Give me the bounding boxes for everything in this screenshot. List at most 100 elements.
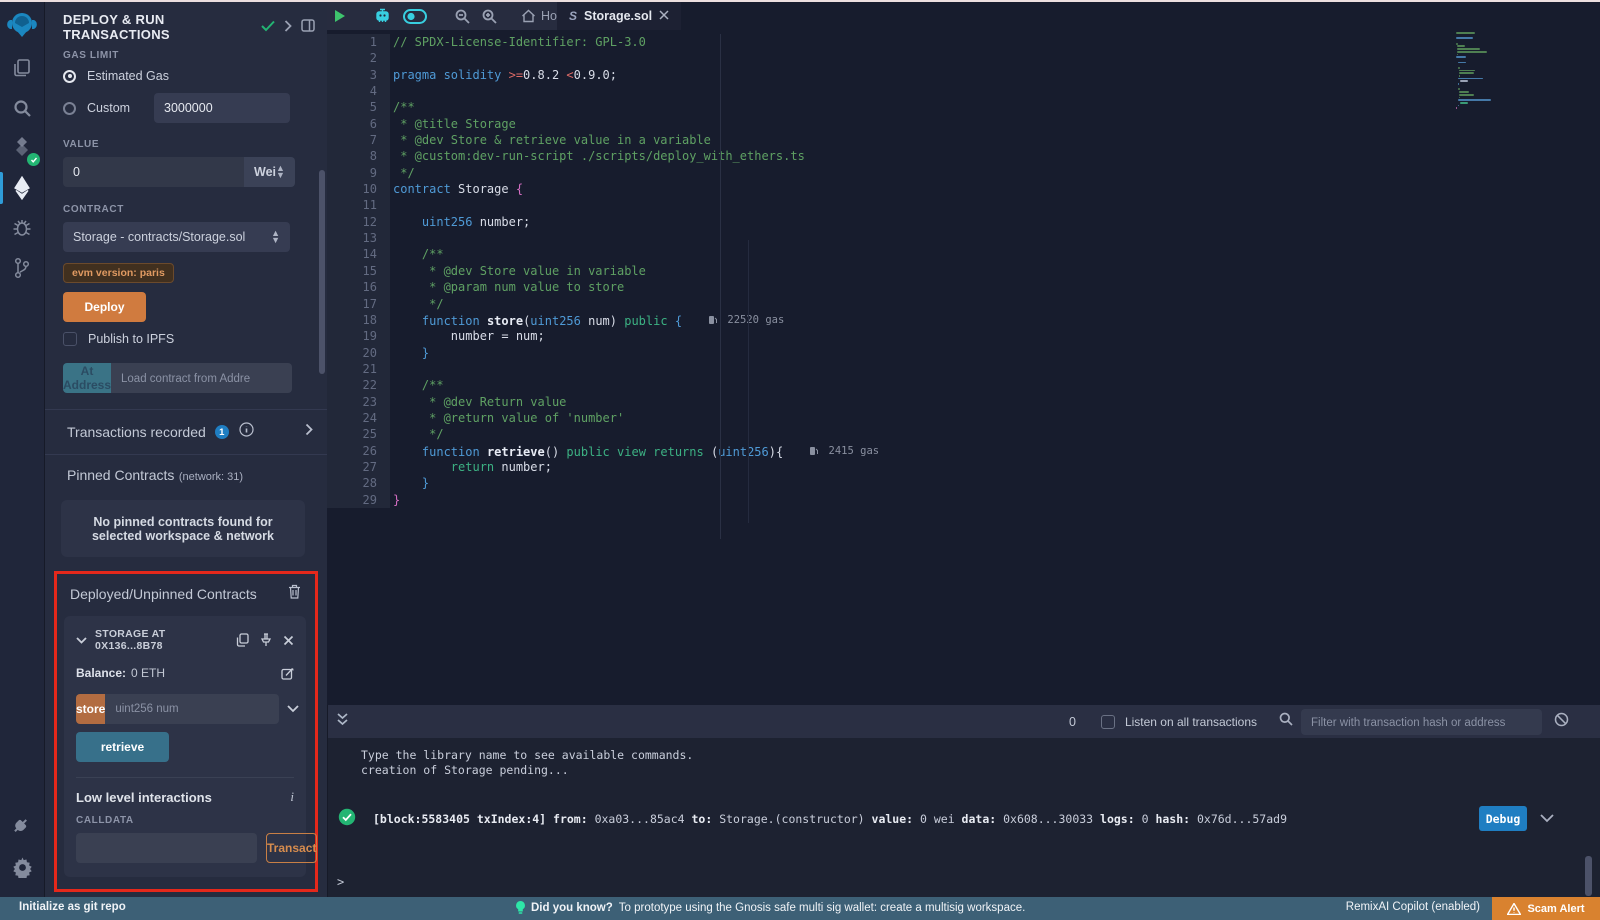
clear-console-icon[interactable] xyxy=(1554,712,1569,732)
git-icon[interactable] xyxy=(0,248,44,288)
debugger-icon[interactable] xyxy=(0,208,44,248)
no-pinned-line1: No pinned contracts found for xyxy=(93,515,272,529)
copilot-status[interactable]: RemixAI Copilot (enabled) xyxy=(1346,901,1480,913)
remix-logo[interactable] xyxy=(0,2,44,48)
terminal-collapse-icon[interactable] xyxy=(336,712,349,732)
copilot-toggle-icon[interactable] xyxy=(397,9,433,24)
line-number: 25 xyxy=(327,426,390,442)
terminal-scrollbar[interactable] xyxy=(1585,856,1592,896)
debug-button[interactable]: Debug xyxy=(1479,806,1527,831)
value-input[interactable] xyxy=(63,157,244,187)
close-icon[interactable] xyxy=(283,635,294,646)
at-address-input[interactable] xyxy=(111,363,292,393)
calldata-input[interactable] xyxy=(76,833,257,863)
minimap-line xyxy=(1458,67,1460,69)
listen-all-checkbox[interactable] xyxy=(1101,715,1115,729)
stepper-icon: ▲▼ xyxy=(276,165,285,179)
code-text: * @return value of 'number' xyxy=(390,410,624,426)
info-icon[interactable]: i xyxy=(290,789,294,805)
deploy-button[interactable]: Deploy xyxy=(63,292,146,322)
custom-gas-radio[interactable] xyxy=(63,102,76,115)
expand-tx-chevron-icon[interactable] xyxy=(1540,812,1554,826)
code-text: /** xyxy=(390,99,415,115)
line-number: 16 xyxy=(327,279,390,295)
terminal-line: creation of Storage pending... xyxy=(328,763,1600,778)
ai-copilot-robot-icon[interactable] xyxy=(368,8,397,24)
estimated-gas-radio[interactable] xyxy=(63,70,76,83)
store-function-button[interactable]: store xyxy=(76,694,105,724)
code-text: } xyxy=(390,492,400,508)
line-number: 17 xyxy=(327,296,390,312)
line-number: 14 xyxy=(327,246,390,262)
code-text: pragma solidity >=0.8.2 <0.9.0; xyxy=(390,67,617,83)
deploy-run-icon[interactable] xyxy=(0,168,44,208)
value-label: VALUE xyxy=(63,139,290,150)
search-icon xyxy=(1279,712,1293,731)
active-plugin-indicator xyxy=(0,172,3,204)
edit-icon[interactable] xyxy=(281,667,294,680)
line-number: 29 xyxy=(327,492,390,508)
retrieve-function-button[interactable]: retrieve xyxy=(76,732,169,762)
line-number: 27 xyxy=(327,459,390,475)
line-number: 2 xyxy=(327,50,390,66)
solidity-file-icon: S xyxy=(569,9,577,23)
code-line: 5/** xyxy=(327,99,1600,115)
line-number: 12 xyxy=(327,214,390,230)
code-text: * @dev Store value in variable xyxy=(390,263,646,279)
terminal-line: Type the library name to see available c… xyxy=(328,748,1600,763)
deployed-contract-card: STORAGE AT 0X136...8B78 Balance: 0 ETH s… xyxy=(64,616,306,877)
copy-icon[interactable] xyxy=(236,633,249,647)
git-init-button[interactable]: Initialize as git repo xyxy=(19,901,126,913)
publish-ipfs-checkbox[interactable] xyxy=(63,332,77,346)
zoom-out-icon[interactable] xyxy=(449,9,476,24)
lightbulb-icon xyxy=(516,901,525,915)
transactions-recorded-row[interactable]: Transactions recorded 1 xyxy=(45,410,327,454)
run-script-icon[interactable] xyxy=(327,9,352,23)
balance-value: 0 ETH xyxy=(131,666,165,680)
plugin-manager-icon[interactable] xyxy=(0,807,44,847)
warning-icon xyxy=(1507,903,1521,915)
settings-icon[interactable] xyxy=(0,847,44,887)
code-line: 10contract Storage { xyxy=(327,181,1600,197)
search-icon[interactable] xyxy=(0,88,44,128)
minimap-line xyxy=(1459,91,1469,93)
terminal-output[interactable]: Type the library name to see available c… xyxy=(328,738,1600,897)
panel-chevron-right-icon[interactable] xyxy=(284,19,292,37)
minimap-line xyxy=(1459,75,1460,77)
panel-scrollbar[interactable] xyxy=(319,170,325,374)
code-text: } xyxy=(390,475,429,491)
scam-alert-button[interactable]: Scam Alert xyxy=(1492,897,1600,920)
at-address-button[interactable]: At Address xyxy=(63,363,111,393)
transaction-log-row[interactable]: [block:5583405 txIndex:4] from: 0xa03...… xyxy=(328,806,1600,831)
zoom-in-icon[interactable] xyxy=(476,9,503,24)
contract-select[interactable]: Storage - contracts/Storage.sol ▲▼ xyxy=(63,222,290,252)
stepper-icon: ▲▼ xyxy=(271,230,280,244)
tab-storage-sol[interactable]: S Storage.sol xyxy=(557,2,681,30)
deployed-contracts-title: Deployed/Unpinned Contracts xyxy=(70,586,257,602)
pin-icon[interactable] xyxy=(260,633,272,647)
line-number: 22 xyxy=(327,377,390,393)
low-level-title: Low level interactions xyxy=(76,790,212,805)
transact-button[interactable]: Transact xyxy=(266,833,317,863)
store-arg-input[interactable] xyxy=(105,694,279,724)
expand-args-chevron-icon[interactable] xyxy=(287,700,299,718)
code-text xyxy=(390,361,393,377)
line-number: 11 xyxy=(327,197,390,213)
value-unit-select[interactable]: Wei ▲▼ xyxy=(244,157,295,187)
close-tab-icon[interactable] xyxy=(659,9,669,23)
code-text: contract Storage { xyxy=(390,181,523,197)
terminal-filter-input[interactable] xyxy=(1301,709,1542,735)
editor-minimap[interactable] xyxy=(1450,32,1556,110)
info-icon[interactable] xyxy=(239,422,254,442)
line-number: 8 xyxy=(327,148,390,164)
custom-gas-input[interactable] xyxy=(154,93,290,123)
minimap-line xyxy=(1457,48,1481,50)
chevron-right-icon[interactable] xyxy=(305,423,313,441)
solidity-compiler-icon[interactable] xyxy=(0,128,44,168)
contract-instance-header[interactable]: STORAGE AT 0X136...8B78 xyxy=(76,628,294,652)
code-editor[interactable]: 1// SPDX-License-Identifier: GPL-3.023pr… xyxy=(327,30,1600,705)
trash-icon[interactable] xyxy=(288,584,301,604)
code-line: 25 */ xyxy=(327,426,1600,442)
file-explorer-icon[interactable] xyxy=(0,48,44,88)
panel-pin-view-icon[interactable] xyxy=(301,19,315,37)
